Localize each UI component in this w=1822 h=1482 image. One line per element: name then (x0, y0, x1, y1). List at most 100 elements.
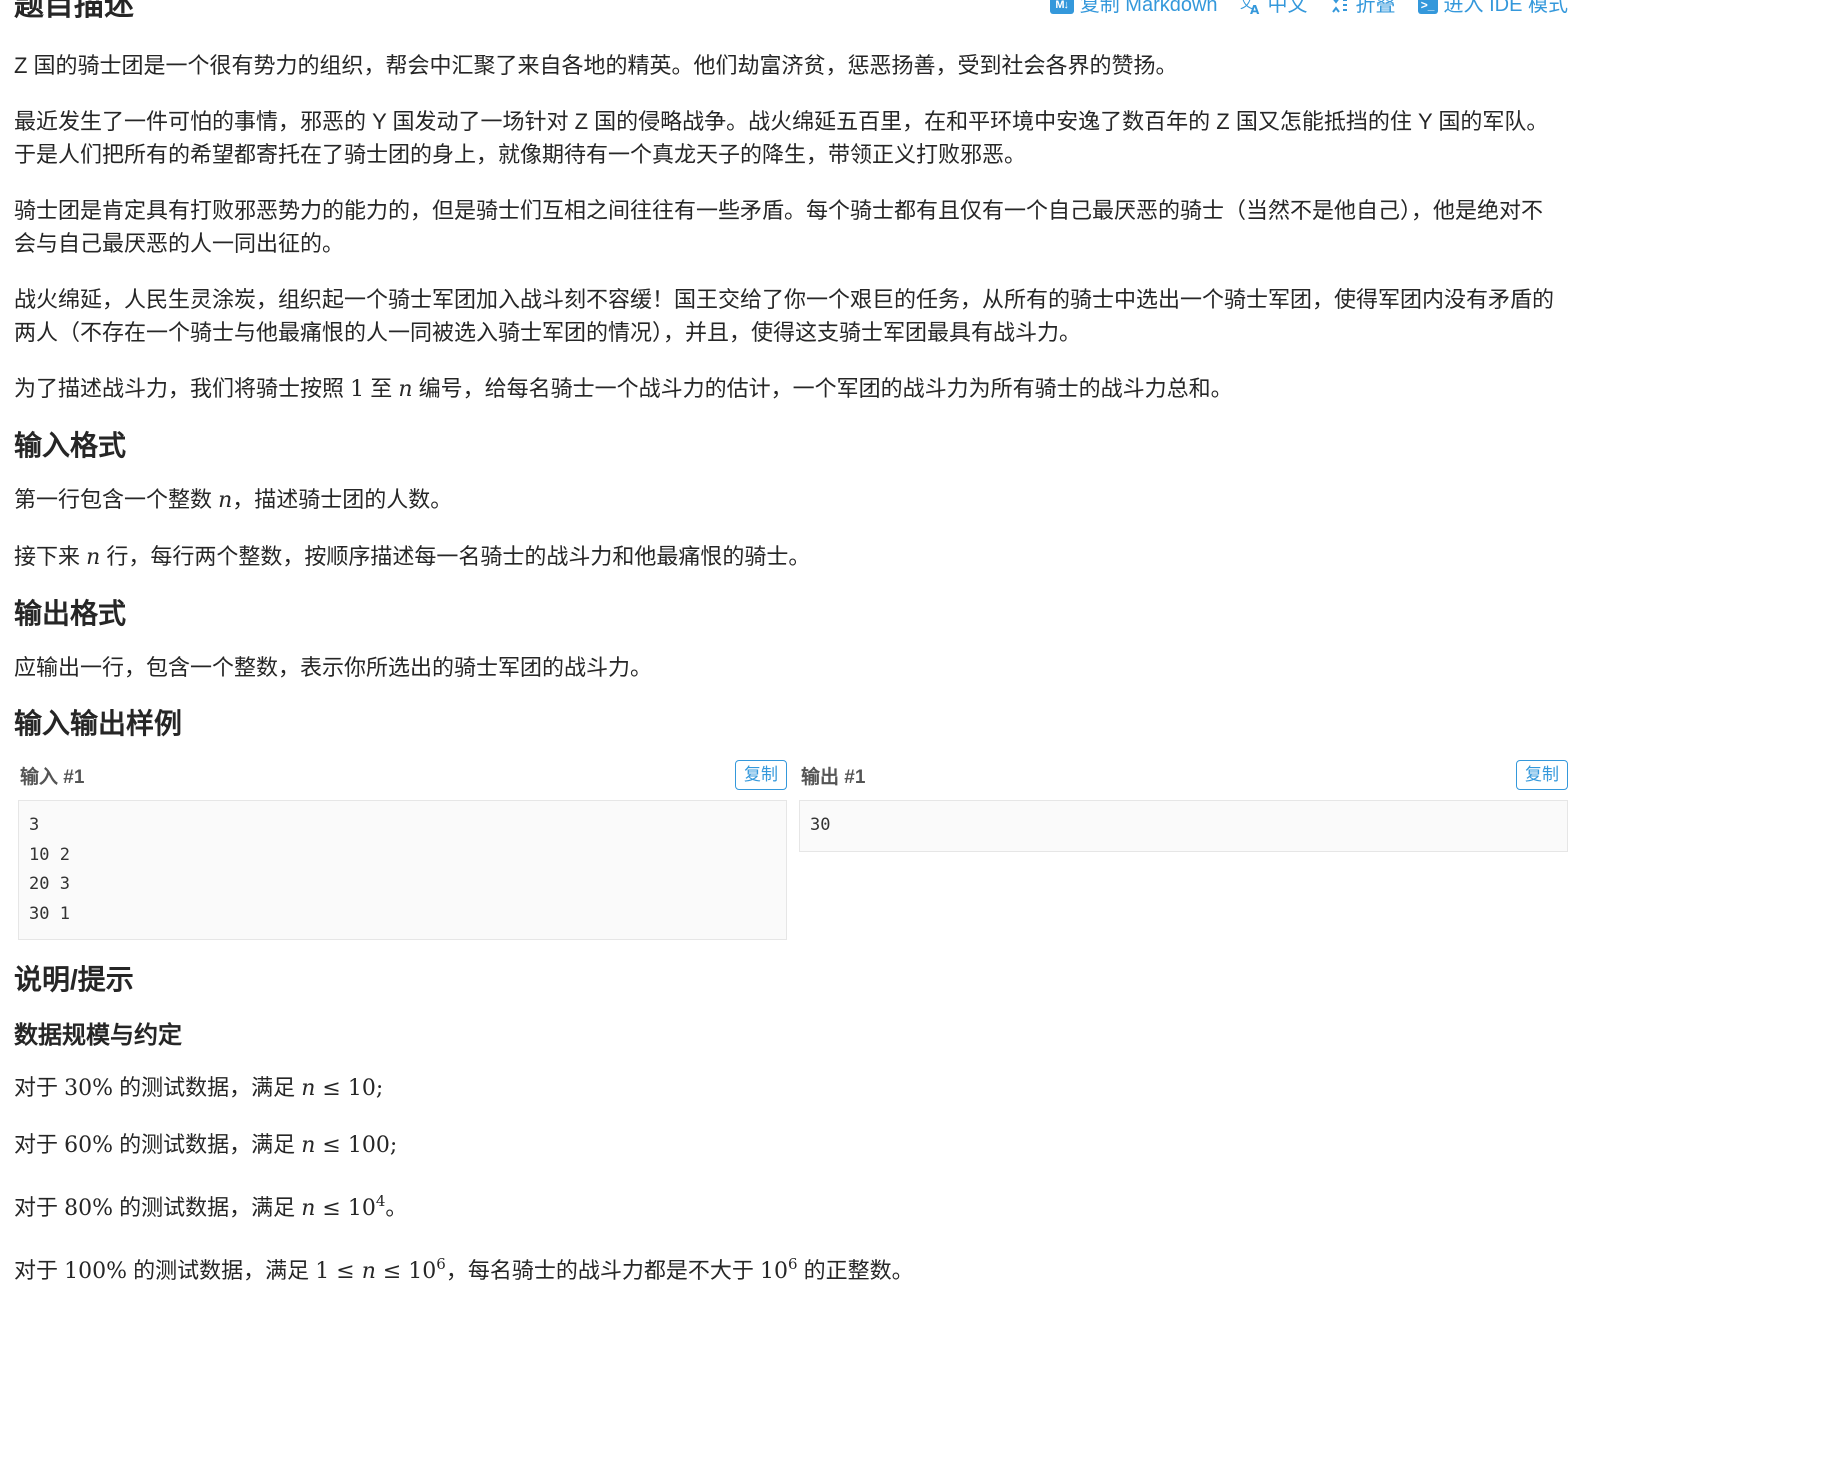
text: 的正整数。 (797, 1258, 914, 1283)
math-number: 100 (347, 1133, 390, 1158)
text: 的测试数据，满足 (113, 1075, 302, 1100)
hint-title: 说明/提示 (14, 964, 134, 995)
math-variable: n (361, 1259, 376, 1284)
math-operator: ≤ (375, 1259, 409, 1284)
math-variable: n (86, 545, 101, 570)
text-line: 最近发生了一件可怕的事情，邪恶的 Y 国发动了一场针对 Z 国的侵略战争。战火绵… (14, 109, 1549, 134)
sample-input-title: 输入 #1 (20, 766, 85, 788)
text: 的测试数据，满足 (113, 1132, 302, 1157)
text: 对于 (14, 1132, 65, 1157)
description-paragraph: Z 国的骑士团是一个很有势力的组织，帮会中汇聚了来自各地的精英。他们劫富济贫，惩… (14, 53, 1178, 78)
text: 行，每行两个整数，按顺序描述每一名骑士的战斗力和他最痛恨的骑士。 (100, 544, 811, 569)
input-format-title: 输入格式 (14, 430, 127, 461)
math-number: 10 (347, 1076, 376, 1101)
math-exponent: 6 (787, 1255, 798, 1273)
sample-line: 3 (29, 815, 40, 835)
sample-output-header: 输出 #1 复制 (799, 758, 1568, 792)
output-format-line: 应输出一行，包含一个整数，表示你所选出的骑士军团的战斗力。 (14, 655, 653, 680)
constraint-line: 对于 60% 的测试数据，满足 n ≤ 100; (14, 1128, 1568, 1162)
ide-mode-label: 进入 IDE 模式 (1443, 0, 1568, 16)
text: 第一行包含一个整数 (14, 487, 219, 512)
math-variable: n (218, 488, 233, 513)
sample-input-box[interactable]: 3 10 2 20 3 30 1 (18, 800, 787, 940)
text-line: 于是人们把所有的希望都寄托在了骑士团的身上，就像期待有一个真龙天子的降生，带领正… (14, 142, 1027, 167)
math-punct: ; (375, 1076, 384, 1101)
svg-text:A: A (1250, 3, 1260, 15)
text: 的测试数据，满足 (127, 1258, 316, 1283)
ide-mode-button[interactable]: >_ 进入 IDE 模式 (1417, 0, 1568, 20)
math-exponent: 6 (436, 1255, 446, 1273)
problem-page: 题目描述 M↓ 复制 Markdown 文A 中文 折叠 >_ 进入 IDE 模… (0, 0, 1568, 1288)
sample-output-box[interactable]: 30 (799, 800, 1568, 852)
constraint-line: 对于 30% 的测试数据，满足 n ≤ 10; (14, 1071, 1568, 1105)
description-title: 题目描述 (14, 0, 134, 22)
math-number: 10 (759, 1259, 788, 1284)
copy-input-button[interactable]: 复制 (735, 760, 787, 790)
math-operator: ≤ (315, 1196, 348, 1221)
fold-button[interactable]: 折叠 (1330, 0, 1396, 20)
sample-input-header: 输入 #1 复制 (18, 758, 787, 792)
language-button[interactable]: 文A 中文 (1240, 0, 1308, 20)
text: 对于 (14, 1258, 65, 1283)
copy-markdown-button[interactable]: M↓ 复制 Markdown (1049, 0, 1218, 20)
sample-line: 20 3 (29, 874, 70, 894)
text: 编号，给每名骑士一个战斗力的估计，一个军团的战斗力为所有骑士的战斗力总和。 (412, 376, 1233, 401)
math-number: 10 (347, 1196, 376, 1221)
output-format-title: 输出格式 (14, 598, 127, 629)
description-paragraph: 战火绵延，人民生灵涂炭，组织起一个骑士军团加入战斗刻不容缓！国王交给了你一个艰巨… (14, 283, 1568, 349)
description-header: 题目描述 M↓ 复制 Markdown 文A 中文 折叠 >_ 进入 IDE 模… (14, 0, 1568, 30)
sample-line: 30 1 (29, 903, 70, 924)
sample-output-title: 输出 #1 (801, 766, 866, 788)
sample-input: 输入 #1 复制 3 10 2 20 3 30 1 (18, 758, 787, 940)
input-format-line: 第一行包含一个整数 n，描述骑士团的人数。 (14, 483, 1568, 517)
language-label: 中文 (1267, 0, 1308, 16)
description-paragraph: 最近发生了一件可怕的事情，邪恶的 Y 国发动了一场针对 Z 国的侵略战争。战火绵… (14, 105, 1568, 171)
text: 。 (385, 1195, 408, 1220)
translate-icon: 文A (1240, 0, 1262, 15)
math-operator: ≤ (329, 1259, 362, 1284)
copy-output-button[interactable]: 复制 (1516, 760, 1568, 790)
description-paragraph: 为了描述战斗力，我们将骑士按照 1 至 n 编号，给每名骑士一个战斗力的估计，一… (14, 372, 1568, 406)
collapse-icon (1330, 0, 1350, 14)
text-line: 骑士团是肯定具有打败邪恶势力的能力的，但是骑士们互相之间往往有一些矛盾。每个骑士… (14, 198, 1544, 223)
math-number: 10 (408, 1259, 437, 1284)
text: ，每名骑士的战斗力都是不大于 (445, 1258, 760, 1283)
math-variable: n (301, 1133, 316, 1158)
text: 为了描述战斗力，我们将骑士按照 (14, 376, 351, 401)
markdown-icon: M↓ (1049, 0, 1074, 14)
text-line: 会与自己最厌恶的人一同出征的。 (14, 231, 345, 256)
terminal-icon: >_ (1417, 0, 1438, 14)
text: 对于 (14, 1195, 65, 1220)
math-number: 1 (315, 1259, 330, 1284)
math-variable: n (301, 1196, 316, 1221)
sample-line: 10 2 (29, 844, 70, 865)
math-number: 60% (64, 1133, 114, 1158)
fold-label: 折叠 (1355, 0, 1396, 16)
text: 的测试数据，满足 (113, 1195, 302, 1220)
hint-subtitle: 数据规模与约定 (14, 1022, 182, 1049)
math-number: 1 (350, 377, 365, 402)
math-number: 80% (64, 1196, 114, 1221)
sample-line: 30 (810, 815, 831, 835)
text: ，描述骑士团的人数。 (232, 487, 453, 512)
math-number: 100% (64, 1259, 128, 1284)
toolbar: M↓ 复制 Markdown 文A 中文 折叠 >_ 进入 IDE 模式 (1049, 0, 1568, 20)
math-variable: n (301, 1076, 316, 1101)
math-exponent: 4 (375, 1192, 386, 1210)
text: 接下来 (14, 544, 87, 569)
math-variable: n (398, 377, 413, 402)
sample-output: 输出 #1 复制 30 (799, 758, 1568, 940)
text-line: 两人（不存在一个骑士与他最痛恨的人一同被选入骑士军团的情况），并且，使得这支骑士… (14, 320, 1082, 345)
samples-container: 输入 #1 复制 3 10 2 20 3 30 1 输出 #1 复制 30 (14, 758, 1568, 940)
copy-markdown-label: 复制 Markdown (1079, 0, 1218, 16)
text-line: 战火绵延，人民生灵涂炭，组织起一个骑士军团加入战斗刻不容缓！国王交给了你一个艰巨… (14, 287, 1555, 312)
constraint-line: 对于 80% 的测试数据，满足 n ≤ 104。 (14, 1185, 1568, 1225)
text: 至 (364, 376, 399, 401)
math-operator: ≤ (315, 1133, 348, 1158)
math-number: 30% (64, 1076, 114, 1101)
input-format-line: 接下来 n 行，每行两个整数，按顺序描述每一名骑士的战斗力和他最痛恨的骑士。 (14, 540, 1568, 574)
samples-title: 输入输出样例 (14, 708, 183, 739)
constraint-line: 对于 100% 的测试数据，满足 1 ≤ n ≤ 106，每名骑士的战斗力都是不… (14, 1248, 1568, 1288)
math-punct: ; (389, 1133, 398, 1158)
text: 对于 (14, 1075, 65, 1100)
